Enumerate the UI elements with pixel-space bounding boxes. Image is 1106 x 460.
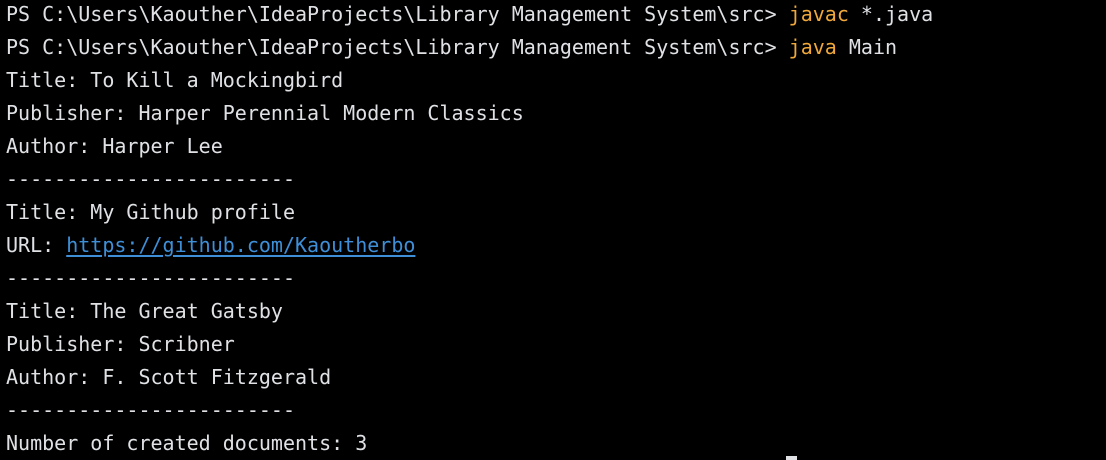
text-cursor	[786, 456, 797, 460]
output-book2-title: Title: The Great Gatsby	[6, 299, 283, 323]
output-summary: Number of created documents: 3	[6, 431, 368, 455]
output-book2-author: Author: F. Scott Fitzgerald	[6, 365, 332, 389]
command-line-2: PS C:\Users\Kaouther\IdeaProjects\Librar…	[6, 35, 897, 59]
command-args: Main	[836, 35, 898, 59]
terminal-window[interactable]: PS C:\Users\Kaouther\IdeaProjects\Librar…	[0, 0, 1106, 460]
output-profile-url-line: URL: https://github.com/Kaoutherbo	[6, 233, 415, 257]
output-book1-author: Author: Harper Lee	[6, 134, 223, 158]
command-args: *.java	[848, 2, 934, 26]
url-label: URL:	[6, 233, 67, 257]
output-profile-title: Title: My Github profile	[6, 200, 295, 224]
prompt-text: PS C:\Users\Kaouther\IdeaProjects\Librar…	[6, 35, 789, 59]
command-line-1: PS C:\Users\Kaouther\IdeaProjects\Librar…	[6, 2, 933, 26]
prompt-text: PS C:\Users\Kaouther\IdeaProjects\Librar…	[6, 2, 789, 26]
output-book2-publisher: Publisher: Scribner	[6, 332, 235, 356]
output-book1-title: Title: To Kill a Mockingbird	[6, 68, 344, 92]
output-separator-1: ------------------------	[6, 167, 295, 191]
output-book1-publisher: Publisher: Harper Perennial Modern Class…	[6, 101, 524, 125]
command-javac: javac	[788, 2, 849, 26]
command-java: java	[788, 35, 837, 59]
github-profile-link[interactable]: https://github.com/Kaoutherbo	[66, 233, 415, 257]
output-separator-2: ------------------------	[6, 266, 295, 290]
output-separator-3: ------------------------	[6, 398, 295, 422]
